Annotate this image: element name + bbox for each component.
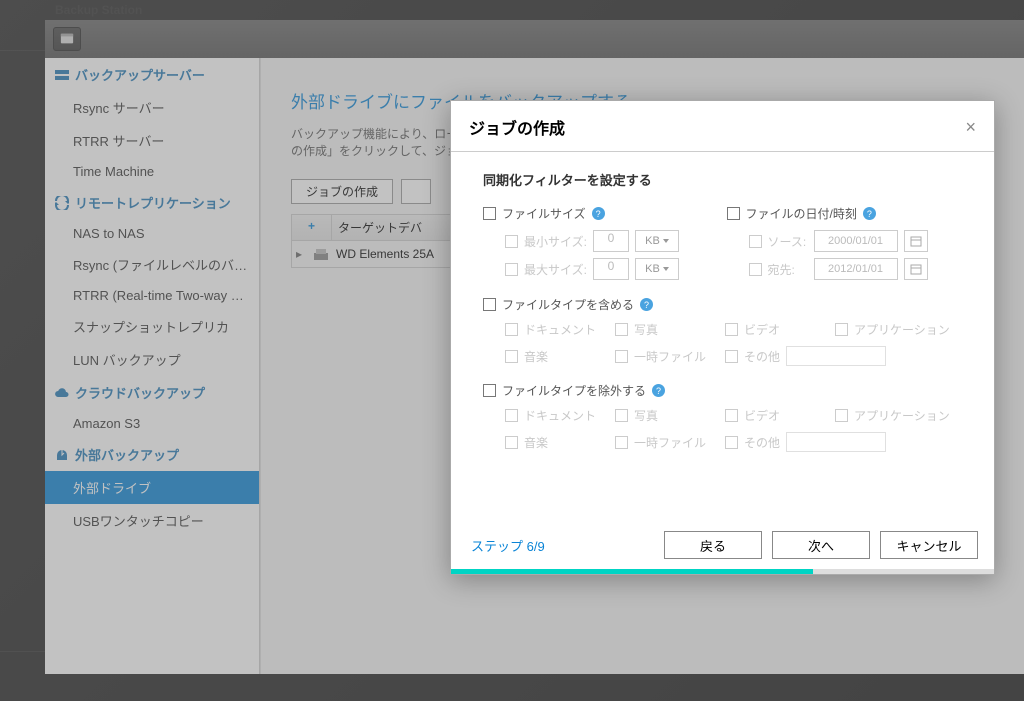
include-types-label: ファイルタイプを含める — [502, 296, 634, 313]
dest-date-input[interactable]: 2012/01/01 — [814, 258, 898, 280]
include-type-item[interactable]: 一時ファイル — [615, 346, 725, 366]
step-indicator: ステップ 6/9 — [471, 536, 545, 555]
maxsize-label: 最大サイズ: — [524, 261, 587, 278]
maxsize-input[interactable]: 0 — [593, 258, 629, 280]
include-type-label: ビデオ — [744, 321, 780, 338]
filedate-checkbox[interactable] — [727, 207, 740, 220]
exclude-type-item[interactable]: ビデオ — [725, 407, 835, 424]
help-icon[interactable]: ? — [640, 298, 653, 311]
dialog-title: ジョブの作成 — [469, 115, 565, 139]
exclude-type-label: アプリケーション — [854, 407, 950, 424]
calendar-icon — [910, 235, 922, 247]
source-date-input[interactable]: 2000/01/01 — [814, 230, 898, 252]
exclude-types-checkbox[interactable] — [483, 384, 496, 397]
source-date-checkbox[interactable] — [749, 235, 762, 248]
include-type-label: 一時ファイル — [634, 348, 706, 365]
include-type-item[interactable]: ビデオ — [725, 321, 835, 338]
include-type-checkbox[interactable] — [505, 350, 518, 363]
calendar-icon — [910, 263, 922, 275]
include-type-label: アプリケーション — [854, 321, 950, 338]
exclude-type-checkbox[interactable] — [725, 409, 738, 422]
filesize-checkbox[interactable] — [483, 207, 496, 220]
close-icon[interactable]: × — [965, 117, 976, 138]
dest-date-checkbox[interactable] — [749, 263, 762, 276]
include-type-label: その他 — [744, 348, 780, 365]
include-type-item[interactable]: 写真 — [615, 321, 725, 338]
exclude-type-item[interactable]: 写真 — [615, 407, 725, 424]
minsize-label: 最小サイズ: — [524, 233, 587, 250]
maxsize-checkbox[interactable] — [505, 263, 518, 276]
include-type-item[interactable]: 音楽 — [505, 346, 615, 366]
exclude-type-checkbox[interactable] — [615, 409, 628, 422]
include-other-input[interactable] — [786, 346, 886, 366]
include-type-label: 音楽 — [524, 348, 548, 365]
cancel-button[interactable]: キャンセル — [880, 531, 978, 559]
exclude-type-item[interactable]: ドキュメント — [505, 407, 615, 424]
include-type-item[interactable]: ドキュメント — [505, 321, 615, 338]
exclude-type-checkbox[interactable] — [505, 409, 518, 422]
calendar-button[interactable] — [904, 258, 928, 280]
exclude-type-label: 写真 — [634, 407, 658, 424]
next-button[interactable]: 次へ — [772, 531, 870, 559]
include-type-checkbox[interactable] — [725, 350, 738, 363]
help-icon[interactable]: ? — [863, 207, 876, 220]
include-type-checkbox[interactable] — [505, 323, 518, 336]
include-type-label: 写真 — [634, 321, 658, 338]
exclude-type-label: ドキュメント — [524, 407, 596, 424]
include-type-item[interactable]: アプリケーション — [835, 321, 955, 338]
include-types-checkbox[interactable] — [483, 298, 496, 311]
minsize-checkbox[interactable] — [505, 235, 518, 248]
chevron-down-icon — [663, 239, 669, 243]
exclude-type-checkbox[interactable] — [835, 409, 848, 422]
exclude-types-label: ファイルタイプを除外する — [502, 382, 646, 399]
minsize-input[interactable]: 0 — [593, 230, 629, 252]
create-job-dialog: ジョブの作成 × 同期化フィルターを設定する ファイルサイズ ? 最小サイズ: … — [450, 100, 995, 575]
filesize-label: ファイルサイズ — [502, 205, 586, 222]
include-type-item[interactable]: その他 — [725, 346, 955, 366]
include-type-checkbox[interactable] — [835, 323, 848, 336]
progress-bar — [451, 569, 994, 574]
exclude-type-label: 音楽 — [524, 434, 548, 451]
exclude-type-item[interactable]: アプリケーション — [835, 407, 955, 424]
exclude-type-item[interactable]: 音楽 — [505, 432, 615, 452]
exclude-type-item[interactable]: 一時ファイル — [615, 432, 725, 452]
include-type-checkbox[interactable] — [615, 323, 628, 336]
help-icon[interactable]: ? — [592, 207, 605, 220]
filedate-label: ファイルの日付/時刻 — [746, 205, 857, 222]
chevron-down-icon — [663, 267, 669, 271]
exclude-type-checkbox[interactable] — [725, 436, 738, 449]
calendar-button[interactable] — [904, 230, 928, 252]
exclude-type-checkbox[interactable] — [615, 436, 628, 449]
dialog-subtitle: 同期化フィルターを設定する — [483, 170, 970, 189]
exclude-type-label: 一時ファイル — [634, 434, 706, 451]
include-type-checkbox[interactable] — [725, 323, 738, 336]
include-type-label: ドキュメント — [524, 321, 596, 338]
exclude-type-label: その他 — [744, 434, 780, 451]
exclude-type-checkbox[interactable] — [505, 436, 518, 449]
maxsize-unit-select[interactable]: KB — [635, 258, 679, 280]
exclude-type-label: ビデオ — [744, 407, 780, 424]
exclude-other-input[interactable] — [786, 432, 886, 452]
exclude-type-item[interactable]: その他 — [725, 432, 955, 452]
minsize-unit-select[interactable]: KB — [635, 230, 679, 252]
source-date-label: ソース: — [768, 233, 808, 250]
include-type-checkbox[interactable] — [615, 350, 628, 363]
dest-date-label: 宛先: — [768, 261, 808, 278]
help-icon[interactable]: ? — [652, 384, 665, 397]
back-button[interactable]: 戻る — [664, 531, 762, 559]
